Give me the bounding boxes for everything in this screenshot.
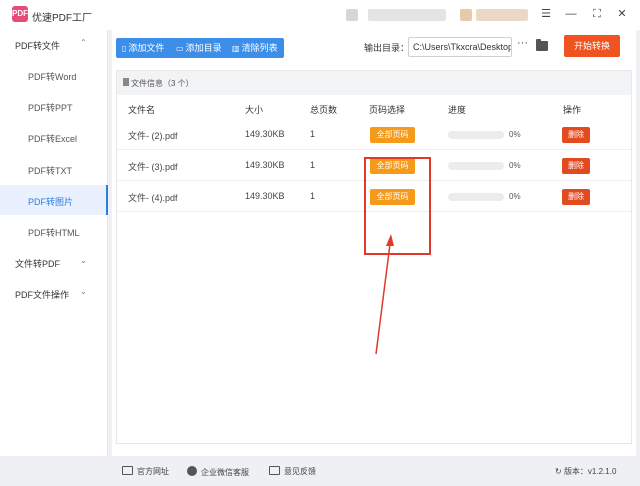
blurred-avatar (346, 9, 358, 21)
progress-text: 0% (509, 130, 521, 139)
sidebar-item-pdf-to-image[interactable]: PDF转图片 (0, 185, 108, 215)
file-size: 149.30KB (245, 160, 285, 170)
sidebar-group-label: PDF转文件 (15, 41, 61, 51)
chevron-up-icon: ⌃ (80, 38, 87, 47)
file-list-panel: 文件信息（3 个） 文件名 大小 总页数 页码选择 进度 操作 文件- (2).… (116, 70, 632, 444)
file-name: 文件- (2).pdf (128, 131, 178, 141)
sidebar-group-label: PDF文件操作 (15, 290, 70, 300)
table-row: 文件- (2).pdf 149.30KB 1 全部页码 0% 删除 (117, 119, 631, 150)
sidebar-item-pdf-to-excel[interactable]: PDF转Excel (0, 122, 108, 152)
sidebar-item-label: PDF转Excel (28, 134, 78, 144)
start-convert-button[interactable]: 开始转换 (564, 35, 620, 57)
trash-icon: ▥ (232, 44, 240, 53)
version-text: 版本：v1.2.1.0 (563, 467, 617, 476)
file-name: 文件- (4).pdf (128, 193, 178, 203)
sidebar-item-label: PDF转HTML (28, 228, 80, 238)
chevron-down-icon: ⌄ (80, 256, 87, 265)
main-panel: ▯ 添加文件 ▭ 添加目录 ▥ 清除列表 输出目录： C:\Users\Tkxcra\… (112, 30, 636, 456)
sidebar-group-label: 文件转PDF (15, 259, 61, 269)
sidebar-group-file-to-pdf[interactable]: 文件转PDF ⌄ (0, 248, 108, 278)
file-size: 149.30KB (245, 129, 285, 139)
file-size: 149.30KB (245, 191, 285, 201)
sidebar-item-pdf-to-word[interactable]: PDF转Word (0, 60, 108, 90)
folder-icon[interactable] (536, 39, 548, 51)
column-header-progress: 进度 (448, 105, 467, 115)
close-icon[interactable]: ✕ (614, 6, 630, 22)
footer: 官方网址 企业微信客服 意见反馈 ↻ 版本：v1.2.1.0 (108, 456, 640, 486)
title-bar: PDF 优速PDF工厂 ☰ — ⛶ ✕ (0, 0, 640, 30)
sidebar-group-pdf-to-file[interactable]: PDF转文件 ⌃ (0, 30, 108, 60)
page-count: 1 (310, 191, 316, 201)
page-count: 1 (310, 160, 316, 170)
sidebar-group-pdf-operations[interactable]: PDF文件操作 ⌄ (0, 279, 108, 309)
clear-list-button[interactable]: ▥ 清除列表 (232, 38, 278, 58)
add-file-button[interactable]: ▯ 添加文件 (122, 38, 164, 58)
delete-button[interactable]: 删除 (562, 127, 590, 143)
sidebar-item-label: PDF转图片 (28, 197, 74, 207)
column-header-name: 文件名 (128, 105, 156, 115)
website-label: 官方网址 (137, 467, 169, 476)
app-title: 优速PDF工厂 (32, 13, 92, 24)
sidebar-item-label: PDF转Word (28, 72, 77, 82)
page-select-button[interactable]: 全部页码 (370, 127, 415, 143)
progress-text: 0% (509, 192, 521, 201)
file-info-bar: 文件信息（3 个） (117, 71, 631, 95)
progress-bar (448, 162, 504, 170)
wechat-service-link[interactable]: 企业微信客服 (187, 466, 249, 478)
add-file-label: 添加文件 (128, 43, 165, 53)
file-icon: ▯ (122, 44, 127, 53)
feedback-link[interactable]: 意见反馈 (269, 466, 316, 477)
file-button-group: ▯ 添加文件 ▭ 添加目录 ▥ 清除列表 (116, 38, 284, 58)
chevron-down-icon: ⌄ (80, 287, 87, 296)
column-header-action: 操作 (563, 105, 582, 115)
file-name: 文件- (3).pdf (128, 162, 178, 172)
folder-outline-icon: ▭ (176, 44, 184, 53)
output-path-field[interactable]: C:\Users\Tkxcra\Desktop (408, 37, 512, 57)
minimize-icon[interactable]: — (563, 6, 579, 22)
clear-list-label: 清除列表 (241, 43, 278, 53)
menu-icon[interactable]: ☰ (538, 6, 554, 22)
column-header-page-select: 页码选择 (369, 105, 406, 115)
version-label: ↻ 版本：v1.2.1.0 (555, 466, 616, 477)
delete-button[interactable]: 删除 (562, 189, 590, 205)
toolbar: ▯ 添加文件 ▭ 添加目录 ▥ 清除列表 输出目录： C:\Users\Tkxcra\… (112, 30, 636, 66)
sidebar-item-pdf-to-html[interactable]: PDF转HTML (0, 216, 108, 246)
sidebar-item-pdf-to-txt[interactable]: PDF转TXT (0, 154, 108, 184)
blurred-username (368, 9, 446, 21)
app-logo-icon: PDF (12, 6, 28, 22)
column-header-size: 大小 (245, 105, 264, 115)
chat-icon (187, 466, 197, 476)
monitor-icon (122, 466, 133, 475)
progress-text: 0% (509, 161, 521, 170)
document-icon (123, 78, 129, 86)
sidebar-item-pdf-to-ppt[interactable]: PDF转PPT (0, 91, 108, 121)
feedback-label: 意见反馈 (284, 467, 316, 476)
feedback-icon (269, 466, 280, 475)
refresh-icon: ↻ (555, 467, 564, 476)
progress-bar (448, 193, 504, 201)
add-dir-button[interactable]: ▭ 添加目录 (176, 38, 222, 58)
blurred-badge (460, 9, 472, 21)
more-icon[interactable]: ··· (517, 37, 528, 49)
blurred-account (476, 9, 528, 21)
file-info-label: 文件信息（3 个） (131, 79, 194, 88)
sidebar-item-label: PDF转PPT (28, 103, 73, 113)
page-count: 1 (310, 129, 316, 139)
annotation-highlight-box (364, 157, 431, 255)
column-header-pages: 总页数 (310, 105, 338, 115)
sidebar: PDF转文件 ⌃ PDF转Word PDF转PPT PDF转Excel PDF转… (0, 30, 108, 456)
sidebar-item-label: PDF转TXT (28, 166, 72, 176)
website-link[interactable]: 官方网址 (122, 466, 169, 477)
output-dir-label: 输出目录： (364, 43, 410, 53)
add-dir-label: 添加目录 (185, 43, 222, 53)
delete-button[interactable]: 删除 (562, 158, 590, 174)
progress-bar (448, 131, 504, 139)
wechat-label: 企业微信客服 (201, 468, 249, 477)
maximize-icon[interactable]: ⛶ (589, 6, 605, 22)
